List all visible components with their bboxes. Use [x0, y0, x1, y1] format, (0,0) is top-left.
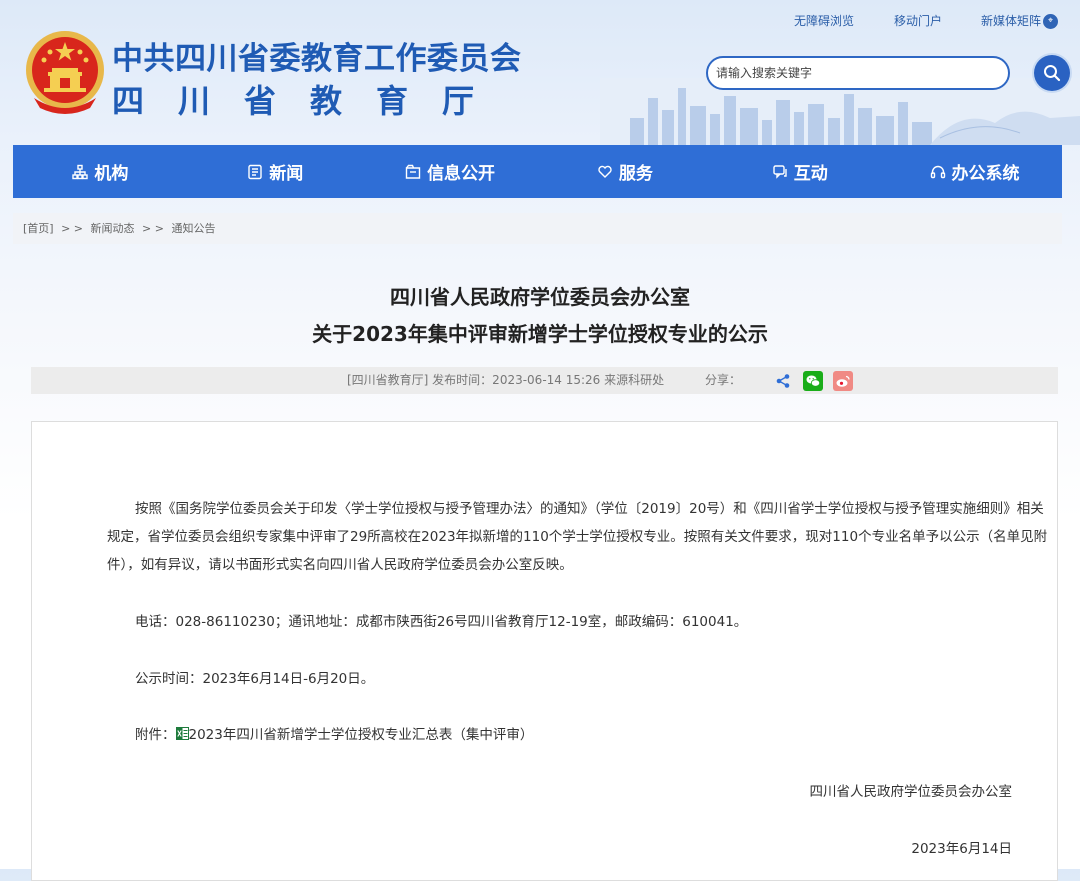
- nav-item-office[interactable]: 办公系统: [887, 145, 1062, 198]
- site-subtitle: 四川省教育厅: [112, 82, 509, 120]
- location-pin-icon: ⌖: [1043, 14, 1058, 29]
- accessibility-link[interactable]: 无障碍浏览: [794, 12, 894, 29]
- newspaper-icon: [248, 164, 262, 179]
- nav-item-org[interactable]: 机构: [13, 145, 188, 198]
- weibo-icon[interactable]: [833, 371, 853, 391]
- nav-item-news[interactable]: 新闻: [188, 145, 363, 198]
- org-chart-icon: [72, 164, 89, 179]
- nav-label: 办公系统: [951, 164, 1020, 184]
- search-input[interactable]: [708, 58, 996, 88]
- new-media-label: 新媒体矩阵: [980, 14, 1041, 28]
- top-links: 无障碍浏览 移动门户 新媒体矩阵 ⌖: [794, 12, 1058, 29]
- breadcrumb-news[interactable]: 新闻动态: [91, 222, 135, 235]
- main-nav: 机构 新闻 信息公开 服务 互动 办公系统: [13, 145, 1062, 198]
- breadcrumb-notices[interactable]: 通知公告: [171, 222, 215, 235]
- article-body: 按照《国务院学位委员会关于印发〈学士学位授权与授予管理办法〉的通知》（学位〔20…: [31, 421, 1058, 881]
- article-meta-bar: [四川省教育厅] 发布时间：2023-06-14 15:26 来源科研处 分享：: [31, 367, 1058, 394]
- contact-info: 电话：028-86110230；通讯地址：成都市陕西街26号四川省教育厅12-1…: [135, 614, 748, 630]
- share-icon[interactable]: [773, 371, 793, 391]
- nav-label: 互动: [793, 164, 828, 184]
- nav-label: 信息公开: [427, 164, 496, 184]
- publicity-period: 公示时间：2023年6月14日-6月20日。: [135, 671, 375, 687]
- mobile-portal-link[interactable]: 移动门户: [894, 12, 976, 29]
- attachment-link[interactable]: 2023年四川省新增学士学位授权专业汇总表（集中评审）: [189, 727, 534, 743]
- nav-label: 新闻: [269, 164, 304, 184]
- article-paragraph: 按照《国务院学位委员会关于印发〈学士学位授权与授予管理办法〉的通知》（学位〔20…: [107, 501, 1048, 573]
- chat-icon: [773, 164, 787, 179]
- breadcrumb-separator: > >: [61, 222, 84, 235]
- article-meta: [四川省教育厅] 发布时间：2023-06-14 15:26 来源科研处: [347, 373, 665, 387]
- nav-item-service[interactable]: 服务: [537, 145, 712, 198]
- breadcrumb: [首页] > > 新闻动态 > > 通知公告: [13, 213, 1062, 244]
- folder-icon: [405, 164, 421, 179]
- headset-icon: [930, 165, 945, 178]
- nav-label: 服务: [618, 164, 653, 184]
- search-button[interactable]: [1034, 55, 1070, 91]
- wechat-icon[interactable]: [803, 371, 823, 391]
- site-header: 中共四川省委教育工作委员会 四川省教育厅 无障碍浏览 移动门户 新媒体矩阵 ⌖: [0, 0, 1080, 145]
- search-icon: [1044, 65, 1061, 82]
- share-label: 分享：: [705, 373, 742, 387]
- national-emblem-logo: [26, 31, 104, 114]
- excel-file-icon: [175, 727, 189, 740]
- site-title: 中共四川省委教育工作委员会: [112, 41, 522, 77]
- article-title-line2: 关于2023年集中评审新增学士学位授权专业的公示: [312, 322, 768, 346]
- hand-heart-icon: [598, 165, 612, 178]
- nav-item-interaction[interactable]: 互动: [712, 145, 887, 198]
- nav-item-info[interactable]: 信息公开: [363, 145, 538, 198]
- attachment-row: 附件： 2023年四川省新增学士学位授权专业汇总表（集中评审）: [135, 721, 1077, 749]
- publish-date: 2023年6月14日: [911, 841, 1012, 857]
- breadcrumb-home[interactable]: [首页]: [23, 222, 54, 235]
- new-media-link[interactable]: 新媒体矩阵 ⌖: [976, 12, 1058, 29]
- attachment-label: 附件：: [135, 727, 176, 743]
- signature: 四川省人民政府学位委员会办公室: [809, 784, 1013, 800]
- nav-label: 机构: [94, 164, 129, 184]
- search-box: [706, 56, 1010, 90]
- article-title-line1: 四川省人民政府学位委员会办公室: [390, 285, 690, 309]
- breadcrumb-separator: > >: [142, 222, 164, 235]
